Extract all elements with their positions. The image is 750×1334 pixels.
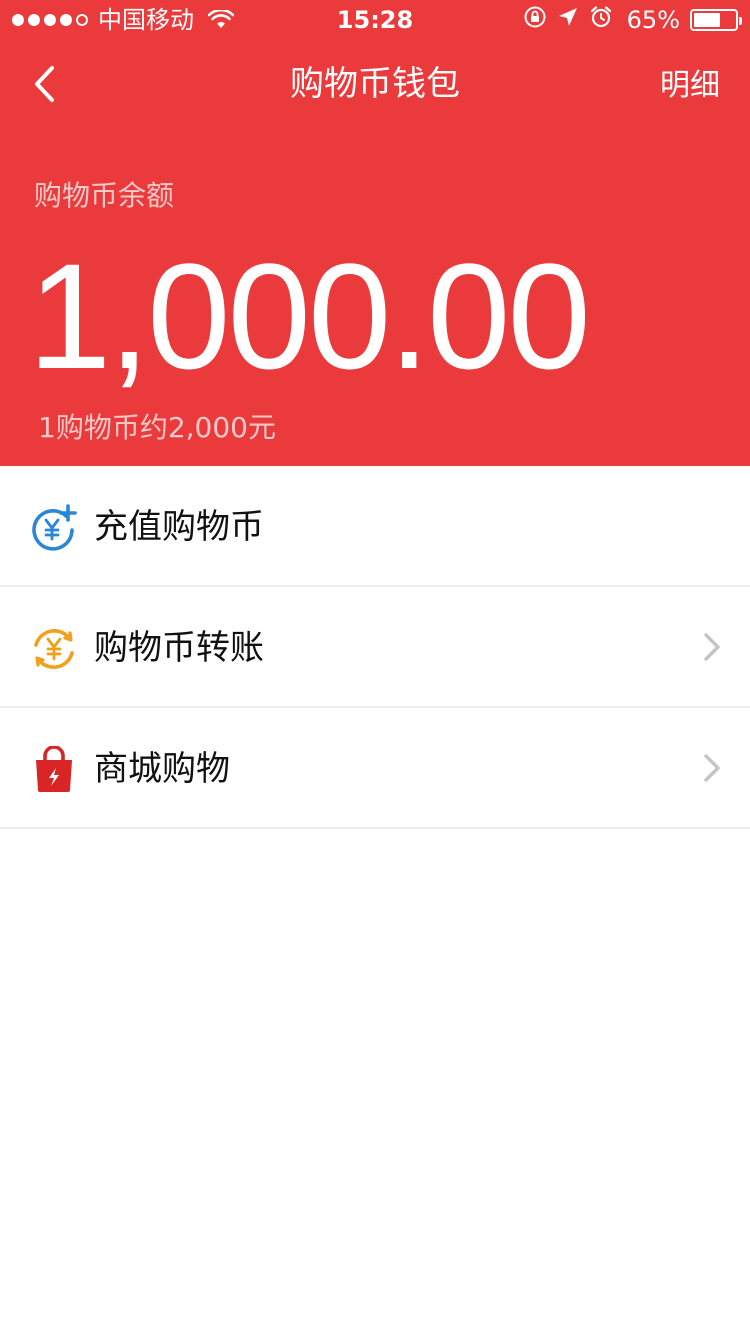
chevron-right-icon: [702, 631, 722, 663]
page-title: 购物币钱包: [290, 64, 460, 104]
mall-shopping-item[interactable]: 商城购物: [0, 708, 750, 829]
rotation-lock-icon: [523, 5, 547, 36]
mall-shopping-label: 商城购物: [94, 749, 230, 789]
recharge-coin-label: 充值购物币: [94, 507, 264, 547]
battery-icon: [690, 9, 742, 31]
wallet-header: 中国移动 15:28 65% 购物币钱包 明细 购物币余额 1,000.00 1…: [0, 0, 750, 466]
recharge-coin-item[interactable]: 充值购物币: [0, 466, 750, 587]
transfer-coin-icon: [30, 625, 78, 673]
shopping-bag-icon: [30, 745, 78, 794]
battery-percent: 65%: [626, 6, 680, 34]
status-right: 65%: [523, 5, 742, 36]
chevron-right-icon: [702, 752, 722, 784]
alarm-clock-icon: [589, 5, 613, 36]
recharge-coin-icon: [30, 504, 78, 552]
location-arrow-icon: [557, 5, 579, 35]
transfer-coin-item[interactable]: 购物币转账: [0, 587, 750, 708]
exchange-rate-note: 1购物币约2,000元: [38, 411, 276, 444]
status-bar: 中国移动 15:28 65%: [0, 0, 750, 40]
balance-label: 购物币余额: [34, 179, 175, 212]
transfer-coin-label: 购物币转账: [94, 628, 264, 668]
balance-amount: 1,000.00: [28, 232, 591, 400]
details-link[interactable]: 明细: [660, 66, 720, 106]
wallet-menu: 充值购物币 购物币转账 商城购物: [0, 466, 750, 829]
navigation-bar: 购物币钱包 明细: [0, 40, 750, 128]
